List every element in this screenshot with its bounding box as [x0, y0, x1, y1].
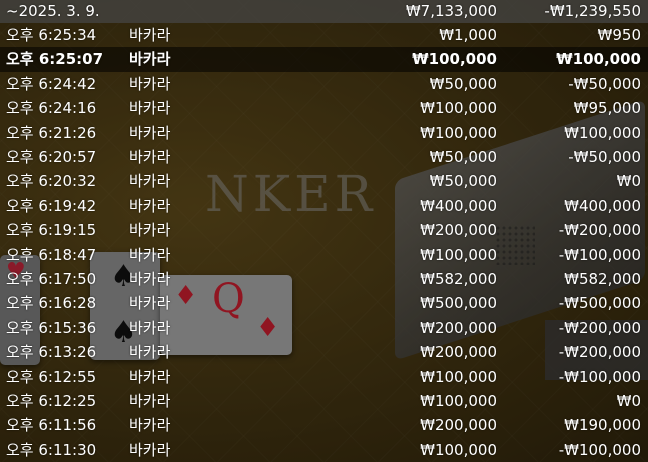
result-amount: ₩582,000 [564, 270, 641, 288]
history-row[interactable]: 오후 6:15:36 바카라 ₩200,000 -₩200,000 [0, 316, 648, 340]
bet-time: 오후 6:18:47 [6, 245, 97, 264]
bet-amount: ₩100,000 [420, 99, 497, 118]
result-amount: -₩100,000 [558, 440, 641, 459]
game-name: 바카라 [129, 172, 171, 191]
game-name: 바카라 [129, 221, 171, 240]
result-amount: -₩50,000 [568, 148, 641, 166]
total-result-amount: -₩1,239,550 [544, 2, 641, 20]
bet-time: 오후 6:25:34 [6, 26, 97, 44]
date-range-label: ~2025. 3. 9. [6, 2, 100, 20]
bet-amount: ₩200,000 [420, 343, 497, 362]
bet-time: 오후 6:11:30 [6, 440, 97, 459]
history-row[interactable]: 오후 6:11:30 바카라 ₩100,000 -₩100,000 [0, 438, 648, 462]
game-name: 바카라 [129, 196, 171, 215]
result-amount: -₩200,000 [558, 221, 641, 240]
history-row[interactable]: 오후 6:12:25 바카라 ₩100,000 ₩0 [0, 389, 648, 413]
game-name: 바카라 [129, 74, 171, 93]
result-amount: ₩0 [616, 172, 641, 191]
history-row[interactable]: 오후 6:25:07 바카라 ₩100,000 ₩100,000 [0, 47, 648, 72]
bet-amount: ₩100,000 [420, 440, 497, 459]
history-row[interactable]: 오후 6:24:42 바카라 ₩50,000 -₩50,000 [0, 72, 648, 96]
history-row[interactable]: 오후 6:19:42 바카라 ₩400,000 ₩400,000 [0, 194, 648, 218]
result-amount: -₩100,000 [558, 245, 641, 264]
bet-time: 오후 6:25:07 [6, 50, 104, 69]
bet-time: 오후 6:20:32 [6, 172, 97, 191]
history-row[interactable]: 오후 6:12:55 바카라 ₩100,000 -₩100,000 [0, 365, 648, 389]
game-name: 바카라 [129, 416, 171, 435]
bet-amount: ₩400,000 [420, 196, 497, 215]
history-row[interactable]: 오후 6:19:15 바카라 ₩200,000 -₩200,000 [0, 218, 648, 242]
bet-amount: ₩50,000 [429, 172, 497, 191]
result-amount: -₩200,000 [558, 343, 641, 362]
bet-time: 오후 6:17:50 [6, 270, 97, 288]
bet-amount: ₩100,000 [420, 392, 497, 410]
history-row[interactable]: 오후 6:20:57 바카라 ₩50,000 -₩50,000 [0, 145, 648, 169]
bet-amount: ₩50,000 [429, 148, 497, 166]
game-name: 바카라 [129, 245, 171, 264]
bet-amount: ₩1,000 [439, 26, 497, 44]
game-name: 바카라 [129, 26, 171, 44]
history-row[interactable]: 오후 6:18:47 바카라 ₩100,000 -₩100,000 [0, 243, 648, 267]
result-amount: ₩100,000 [564, 123, 641, 142]
bet-amount: ₩200,000 [420, 318, 497, 337]
game-name: 바카라 [129, 294, 171, 313]
bet-time: 오후 6:15:36 [6, 318, 97, 337]
bet-time: 오후 6:16:28 [6, 294, 97, 313]
history-row[interactable]: 오후 6:16:28 바카라 ₩500,000 -₩500,000 [0, 291, 648, 315]
bet-time: 오후 6:24:42 [6, 74, 97, 93]
bet-amount: ₩50,000 [429, 74, 497, 93]
history-row[interactable]: 오후 6:25:34 바카라 ₩1,000 ₩950 [0, 23, 648, 47]
game-name: 바카라 [129, 50, 171, 69]
history-row[interactable]: 오후 6:13:26 바카라 ₩200,000 -₩200,000 [0, 340, 648, 364]
result-amount: -₩200,000 [558, 318, 641, 337]
result-amount: -₩100,000 [558, 367, 641, 386]
history-row[interactable]: 오후 6:11:56 바카라 ₩200,000 ₩190,000 [0, 413, 648, 437]
bet-amount: ₩200,000 [420, 416, 497, 435]
history-row[interactable]: 오후 6:20:32 바카라 ₩50,000 ₩0 [0, 169, 648, 193]
bet-amount: ₩582,000 [420, 270, 497, 288]
bet-amount: ₩100,000 [420, 123, 497, 142]
game-name: 바카라 [129, 99, 171, 118]
result-amount: ₩950 [597, 26, 641, 44]
bet-amount: ₩200,000 [420, 221, 497, 240]
history-row[interactable]: 오후 6:21:26 바카라 ₩100,000 ₩100,000 [0, 121, 648, 145]
game-name: 바카라 [129, 270, 171, 288]
bet-amount: ₩100,000 [412, 50, 497, 69]
bet-amount: ₩100,000 [420, 367, 497, 386]
game-name: 바카라 [129, 123, 171, 142]
game-name: 바카라 [129, 440, 171, 459]
game-name: 바카라 [129, 148, 171, 166]
bet-history-list: ~2025. 3. 9. ₩7,133,000 -₩1,239,550 오후 6… [0, 0, 648, 462]
game-name: 바카라 [129, 343, 171, 362]
bet-time: 오후 6:19:15 [6, 221, 97, 240]
result-amount: -₩50,000 [568, 74, 641, 93]
result-amount: ₩400,000 [564, 196, 641, 215]
result-amount: -₩500,000 [558, 294, 641, 313]
bet-time: 오후 6:21:26 [6, 123, 97, 142]
history-row[interactable]: 오후 6:17:50 바카라 ₩582,000 ₩582,000 [0, 267, 648, 291]
history-summary-row: ~2025. 3. 9. ₩7,133,000 -₩1,239,550 [0, 0, 648, 23]
result-amount: ₩0 [616, 392, 641, 410]
result-amount: ₩95,000 [573, 99, 641, 118]
bet-time: 오후 6:19:42 [6, 196, 97, 215]
bet-time: 오후 6:12:55 [6, 367, 97, 386]
bet-time: 오후 6:24:16 [6, 99, 97, 118]
bet-amount: ₩500,000 [420, 294, 497, 313]
bet-amount: ₩100,000 [420, 245, 497, 264]
game-name: 바카라 [129, 392, 171, 410]
bet-time: 오후 6:11:56 [6, 416, 97, 435]
game-name: 바카라 [129, 318, 171, 337]
bet-time: 오후 6:12:25 [6, 392, 97, 410]
bet-time: 오후 6:13:26 [6, 343, 97, 362]
result-amount: ₩100,000 [556, 50, 641, 69]
total-bet-amount: ₩7,133,000 [405, 2, 497, 20]
history-row[interactable]: 오후 6:24:16 바카라 ₩100,000 ₩95,000 [0, 96, 648, 120]
result-amount: ₩190,000 [564, 416, 641, 435]
game-name: 바카라 [129, 367, 171, 386]
bet-time: 오후 6:20:57 [6, 148, 97, 166]
